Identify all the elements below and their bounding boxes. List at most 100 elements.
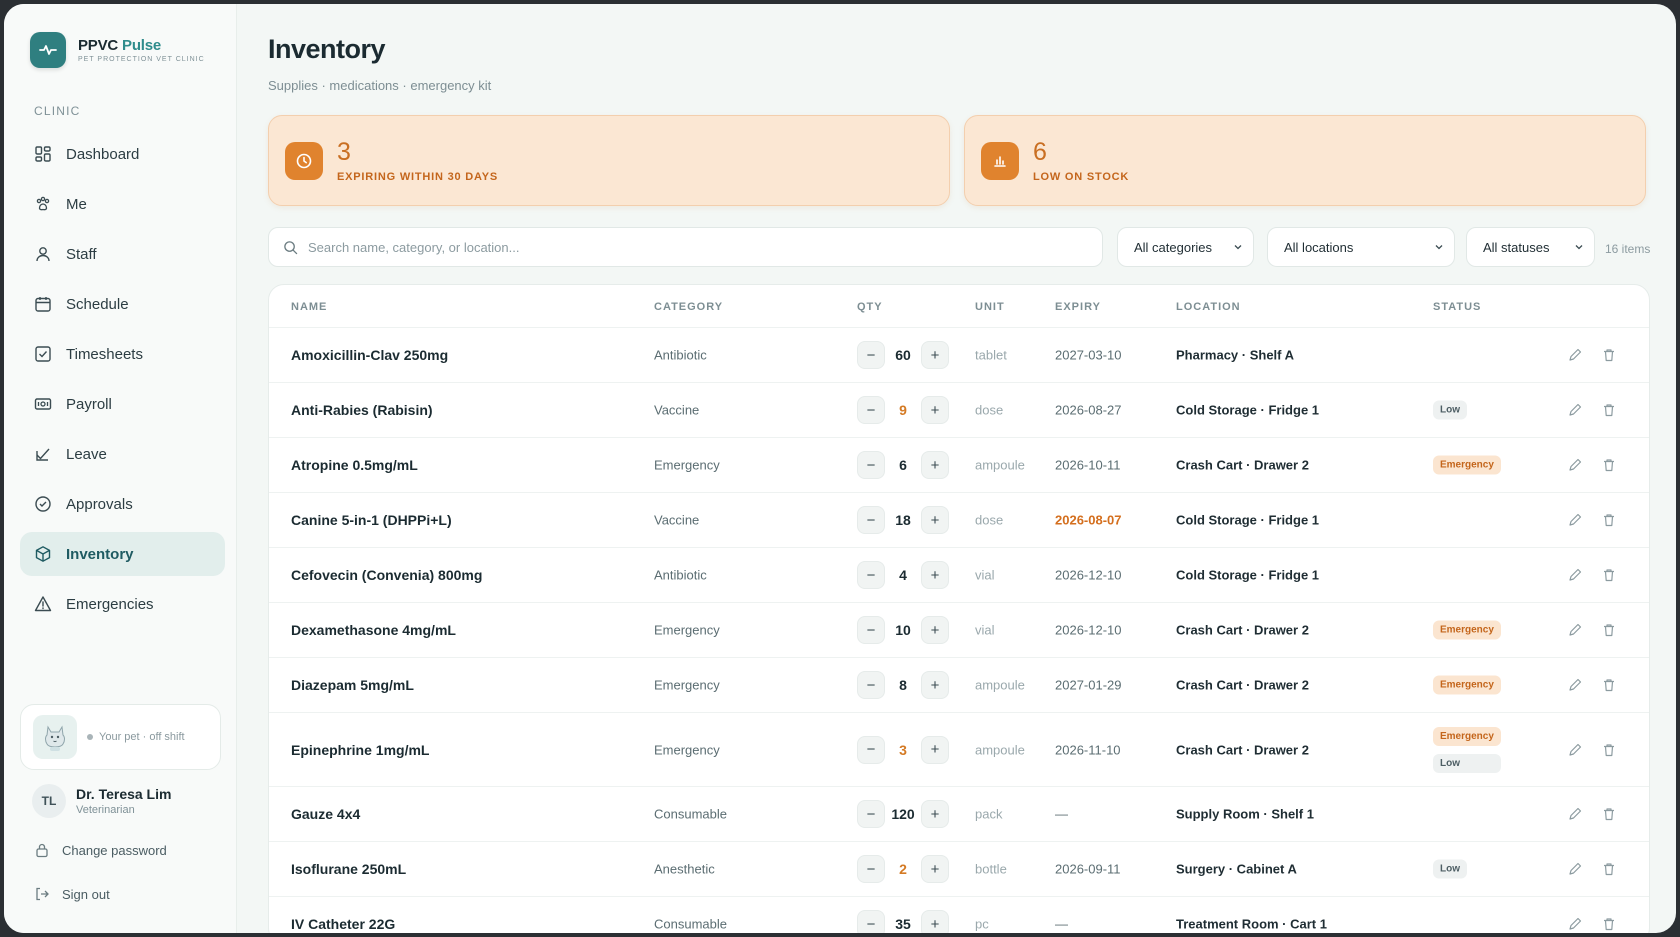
decrement-button[interactable]: − [857, 910, 885, 933]
decrement-button[interactable]: − [857, 506, 885, 534]
page-title: Inventory [268, 34, 386, 64]
stat-card-low-stock[interactable]: 6 LOW ON STOCK [964, 115, 1646, 206]
sidebar-item-staff[interactable]: Staff [20, 232, 225, 276]
sidebar-item-timesheets[interactable]: Timesheets [20, 332, 225, 376]
edit-icon[interactable] [1567, 916, 1583, 932]
table-row[interactable]: Cefovecin (Convenia) 800mg Antibiotic − … [269, 548, 1649, 603]
user-profile[interactable]: TL Dr. Teresa Lim Veterinarian [32, 784, 171, 818]
sidebar-item-emergencies[interactable]: Emergencies [20, 582, 225, 626]
category-select[interactable]: All categories [1117, 227, 1254, 267]
column-header-qty[interactable]: QTY [857, 301, 883, 313]
column-header-location[interactable]: LOCATION [1176, 301, 1241, 313]
decrement-button[interactable]: − [857, 616, 885, 644]
item-category: Vaccine [654, 402, 700, 418]
edit-icon[interactable] [1567, 622, 1583, 638]
column-header-status[interactable]: STATUS [1433, 301, 1481, 313]
increment-button[interactable]: + [921, 451, 949, 479]
column-header-expiry[interactable]: EXPIRY [1055, 301, 1101, 313]
item-category: Anesthetic [654, 861, 715, 877]
location-select[interactable]: All locations [1267, 227, 1455, 267]
increment-button[interactable]: + [921, 671, 949, 699]
pet-status-card[interactable]: Your pet · off shift [20, 704, 221, 770]
table-row[interactable]: Isoflurane 250mL Anesthetic − 2 + bottle… [269, 842, 1649, 897]
quantity-stepper: − 4 + [857, 561, 949, 589]
trash-icon[interactable] [1601, 806, 1617, 822]
edit-icon[interactable] [1567, 677, 1583, 693]
item-category: Emergency [654, 742, 720, 757]
increment-button[interactable]: + [921, 396, 949, 424]
decrement-button[interactable]: − [857, 800, 885, 828]
search-input[interactable] [308, 239, 1068, 255]
increment-button[interactable]: + [921, 561, 949, 589]
sidebar-item-schedule[interactable]: Schedule [20, 282, 225, 326]
column-header-name[interactable]: NAME [291, 301, 327, 313]
stat-card-expiring[interactable]: 3 EXPIRING WITHIN 30 DAYS [268, 115, 950, 206]
item-unit: bottle [975, 861, 1007, 877]
sidebar-item-approvals[interactable]: Approvals [20, 482, 225, 526]
trash-icon[interactable] [1601, 916, 1617, 932]
trash-icon[interactable] [1601, 742, 1617, 758]
increment-button[interactable]: + [921, 800, 949, 828]
quantity-value: 18 [895, 512, 911, 528]
quantity-value: 6 [899, 457, 907, 473]
table-row[interactable]: Atropine 0.5mg/mL Emergency − 6 + ampoul… [269, 438, 1649, 493]
item-unit: ampoule [975, 457, 1025, 473]
edit-icon[interactable] [1567, 806, 1583, 822]
trash-icon[interactable] [1601, 512, 1617, 528]
table-row[interactable]: Canine 5-in-1 (DHPPi+L) Vaccine − 18 + d… [269, 493, 1649, 548]
increment-button[interactable]: + [921, 735, 949, 764]
column-header-category[interactable]: CATEGORY [654, 301, 723, 313]
edit-icon[interactable] [1567, 567, 1583, 583]
edit-icon[interactable] [1567, 742, 1583, 758]
sidebar-item-leave[interactable]: Leave [20, 432, 225, 476]
increment-button[interactable]: + [921, 616, 949, 644]
edit-icon[interactable] [1567, 347, 1583, 363]
check-circle-icon [35, 496, 51, 512]
trash-icon[interactable] [1601, 457, 1617, 473]
increment-button[interactable]: + [921, 341, 949, 369]
edit-icon[interactable] [1567, 861, 1583, 877]
item-location: Pharmacy · Shelf A [1176, 347, 1295, 363]
decrement-button[interactable]: − [857, 341, 885, 369]
decrement-button[interactable]: − [857, 855, 885, 883]
edit-icon[interactable] [1567, 402, 1583, 418]
quantity-value: 10 [895, 622, 911, 638]
trash-icon[interactable] [1601, 347, 1617, 363]
table-row[interactable]: Diazepam 5mg/mL Emergency − 8 + ampoule … [269, 658, 1649, 713]
table-row[interactable]: IV Catheter 22G Consumable − 35 + pc — T… [269, 897, 1649, 933]
table-row[interactable]: Epinephrine 1mg/mL Emergency − 3 + ampou… [269, 713, 1649, 787]
table-row[interactable]: Amoxicillin-Clav 250mg Antibiotic − 60 +… [269, 328, 1649, 383]
table-row[interactable]: Anti-Rabies (Rabisin) Vaccine − 9 + dose… [269, 383, 1649, 438]
trash-icon[interactable] [1601, 622, 1617, 638]
decrement-button[interactable]: − [857, 561, 885, 589]
decrement-button[interactable]: − [857, 671, 885, 699]
edit-icon[interactable] [1567, 457, 1583, 473]
trash-icon[interactable] [1601, 567, 1617, 583]
decrement-button[interactable]: − [857, 396, 885, 424]
sidebar-item-payroll[interactable]: Payroll [20, 382, 225, 426]
status-select[interactable]: All statuses [1466, 227, 1595, 267]
sidebar-item-me[interactable]: Me [20, 182, 225, 226]
sidebar-item-inventory[interactable]: Inventory [20, 532, 225, 576]
table-row[interactable]: Gauze 4x4 Consumable − 120 + pack — Supp… [269, 787, 1649, 842]
trash-icon[interactable] [1601, 402, 1617, 418]
increment-button[interactable]: + [921, 910, 949, 933]
sidebar-item-dashboard[interactable]: Dashboard [20, 132, 225, 176]
trash-icon[interactable] [1601, 861, 1617, 877]
search-icon [284, 240, 298, 254]
pet-avatar [33, 715, 77, 759]
increment-button[interactable]: + [921, 506, 949, 534]
table-row[interactable]: Dexamethasone 4mg/mL Emergency − 10 + vi… [269, 603, 1649, 658]
increment-button[interactable]: + [921, 855, 949, 883]
trash-icon[interactable] [1601, 677, 1617, 693]
edit-icon[interactable] [1567, 512, 1583, 528]
decrement-button[interactable]: − [857, 451, 885, 479]
change-password-link[interactable]: Change password [34, 842, 167, 858]
item-category: Emergency [654, 457, 720, 473]
search-bar [268, 227, 1103, 267]
item-location: Crash Cart · Drawer 2 [1176, 457, 1309, 473]
column-header-unit[interactable]: UNIT [975, 301, 1005, 313]
decrement-button[interactable]: − [857, 735, 885, 764]
sign-out-link[interactable]: Sign out [34, 886, 110, 902]
item-location: Cold Storage · Fridge 1 [1176, 567, 1320, 583]
